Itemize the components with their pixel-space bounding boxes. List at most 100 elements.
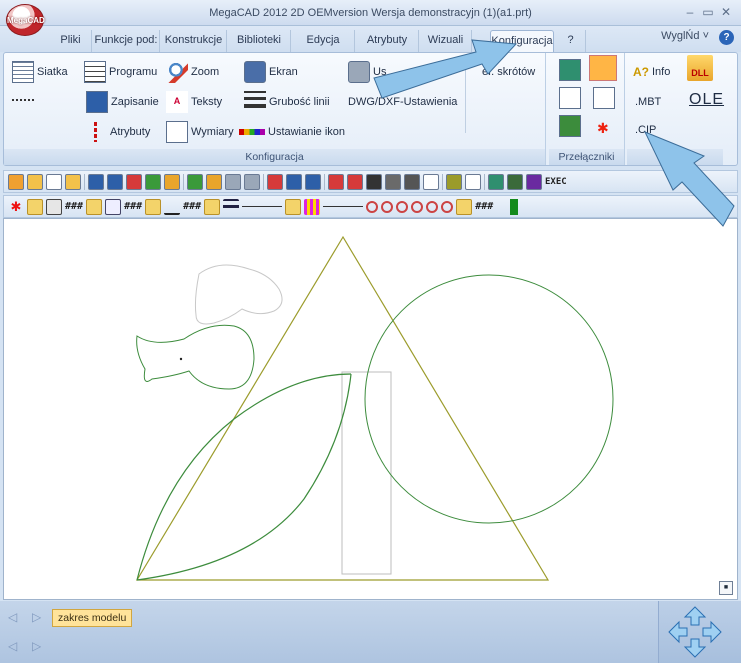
wymiary-button[interactable]: Wymiary bbox=[166, 121, 234, 143]
atrybuty-button[interactable]: Atrybuty bbox=[94, 121, 150, 143]
ole-icon[interactable] bbox=[423, 173, 439, 190]
lock-icon[interactable] bbox=[285, 198, 302, 215]
tab-edycja[interactable]: Edycja bbox=[292, 30, 355, 52]
refresh-icon[interactable] bbox=[267, 173, 283, 190]
navigation-pad[interactable] bbox=[658, 601, 741, 663]
grubosc-button[interactable]: Grubość linii bbox=[244, 91, 330, 113]
monitor-toggle[interactable] bbox=[559, 87, 581, 109]
scroll-prev-icon[interactable]: ◁ bbox=[8, 639, 17, 653]
programu-button[interactable]: Programu bbox=[84, 61, 157, 83]
app-menu-logo[interactable]: MegaCAD bbox=[6, 4, 45, 36]
calculator-icon[interactable] bbox=[404, 173, 420, 190]
ekran-button[interactable]: Ekran bbox=[244, 61, 298, 83]
zoom-all-icon[interactable] bbox=[426, 200, 439, 213]
tab-pliki[interactable]: Pliki bbox=[50, 30, 92, 52]
tab-prev-icon[interactable]: ◁ bbox=[8, 610, 17, 624]
pen-icon[interactable] bbox=[164, 199, 181, 215]
color-select[interactable] bbox=[323, 206, 364, 207]
variables-icon[interactable] bbox=[126, 173, 142, 190]
macro-icon[interactable] bbox=[164, 173, 180, 190]
line-style-select[interactable] bbox=[242, 206, 283, 207]
print-icon[interactable] bbox=[244, 173, 260, 190]
zoom-button[interactable]: Zoom bbox=[166, 61, 219, 83]
lock-icon[interactable] bbox=[204, 198, 221, 215]
tab-konstrukcje[interactable]: Konstrukcje bbox=[161, 30, 227, 52]
tab-biblioteki[interactable]: Biblioteki bbox=[228, 30, 291, 52]
grid-icon[interactable] bbox=[488, 173, 504, 190]
lock-icon[interactable] bbox=[145, 198, 162, 215]
tab-wizualizacja[interactable]: Wizuali bbox=[420, 30, 472, 52]
zoom-in-icon[interactable] bbox=[411, 200, 424, 213]
scale-value[interactable]: ### bbox=[475, 201, 493, 212]
save-as-icon[interactable] bbox=[107, 173, 123, 190]
2d3d-icon[interactable] bbox=[8, 173, 24, 190]
siatka-button[interactable]: Siatka bbox=[12, 61, 68, 83]
zoom-pan-icon[interactable] bbox=[396, 200, 409, 213]
ustawienia-button[interactable]: Us bbox=[348, 61, 386, 83]
dll-button[interactable]: DLL bbox=[687, 55, 713, 81]
model-tab[interactable]: zakres modelu bbox=[52, 609, 133, 627]
group-icon[interactable] bbox=[105, 198, 122, 215]
lock-icon[interactable] bbox=[456, 198, 473, 215]
exec-button[interactable]: EXEC bbox=[545, 177, 567, 187]
info-button[interactable]: A? Info bbox=[633, 61, 670, 83]
drawing-canvas[interactable]: ■ bbox=[3, 218, 738, 600]
edit-icon[interactable] bbox=[446, 173, 462, 190]
lock-icon[interactable] bbox=[86, 198, 103, 215]
pan-arrows-icon[interactable] bbox=[659, 601, 741, 663]
tab-atrybuty[interactable]: Atrybuty bbox=[356, 30, 419, 52]
lock-icon[interactable] bbox=[27, 198, 43, 215]
canvas-corner-button[interactable]: ■ bbox=[719, 581, 733, 595]
help-icon[interactable]: ? bbox=[719, 30, 734, 45]
scroll-next-icon[interactable]: ▷ bbox=[32, 639, 41, 653]
mbt-button[interactable]: .MBT bbox=[635, 91, 661, 113]
skroty-button[interactable]: ef. skrótów bbox=[482, 61, 535, 83]
layers-toggle[interactable] bbox=[559, 115, 581, 137]
zoom-previous-icon[interactable] bbox=[441, 200, 454, 213]
view-menu[interactable]: WyglŃd ˅ bbox=[661, 30, 709, 42]
close-button[interactable]: ✕ bbox=[719, 5, 733, 19]
ole-button[interactable]: OLE bbox=[689, 89, 724, 111]
tab-konfiguracja[interactable]: Konfiguracja bbox=[490, 30, 554, 52]
open-folder-icon[interactable] bbox=[27, 173, 43, 190]
maximize-button[interactable]: ▭ bbox=[701, 5, 715, 19]
tab-help[interactable]: ? bbox=[556, 30, 586, 52]
tab-next-icon[interactable]: ▷ bbox=[32, 610, 41, 624]
minimize-button[interactable]: – bbox=[683, 5, 697, 19]
line-style-button[interactable] bbox=[12, 89, 34, 111]
monitor-icon[interactable] bbox=[366, 173, 382, 190]
list-icon[interactable] bbox=[465, 173, 481, 190]
cross-toggle[interactable]: ✱ bbox=[597, 117, 609, 139]
ustawianie-ikon-button[interactable]: Ustawianie ikon bbox=[239, 121, 345, 143]
cip-button[interactable]: .CIP bbox=[635, 119, 656, 141]
zoom-out-icon[interactable] bbox=[366, 200, 379, 213]
color-icon[interactable] bbox=[526, 173, 542, 190]
cut-icon[interactable] bbox=[328, 173, 344, 190]
teksty-button[interactable]: A Teksty bbox=[166, 91, 222, 113]
layer-value[interactable]: ### bbox=[65, 201, 83, 212]
dwg-dxf-button[interactable]: DWG/DXF-Ustawienia bbox=[348, 91, 457, 113]
redo-icon[interactable] bbox=[305, 173, 321, 190]
undo-icon[interactable] bbox=[286, 173, 302, 190]
print-preview-icon[interactable] bbox=[225, 173, 241, 190]
text-frame-toggle[interactable] bbox=[593, 87, 615, 109]
zoom-window-icon[interactable] bbox=[381, 200, 394, 213]
red-star-icon[interactable]: ✱ bbox=[8, 199, 24, 215]
zapisanie-button[interactable]: Zapisanie bbox=[86, 91, 159, 113]
screen-icon[interactable] bbox=[507, 173, 523, 190]
pen-value[interactable]: ### bbox=[183, 201, 201, 212]
blocks-icon[interactable] bbox=[187, 173, 203, 190]
properties-icon[interactable] bbox=[145, 173, 161, 190]
paste-icon[interactable] bbox=[347, 173, 363, 190]
save-icon[interactable] bbox=[88, 173, 104, 190]
snap-toggle[interactable] bbox=[589, 55, 617, 81]
layer-icon[interactable] bbox=[46, 198, 62, 215]
tab-funkcje[interactable]: Funkcje pod: bbox=[93, 30, 160, 52]
new-file-icon[interactable] bbox=[46, 173, 62, 190]
color-icon[interactable] bbox=[304, 198, 321, 215]
calculator-toggle[interactable] bbox=[559, 59, 581, 81]
group-value[interactable]: ### bbox=[124, 201, 142, 212]
line-weight-icon[interactable] bbox=[223, 198, 240, 215]
layers-icon[interactable] bbox=[206, 173, 222, 190]
measure-icon[interactable] bbox=[385, 173, 401, 190]
